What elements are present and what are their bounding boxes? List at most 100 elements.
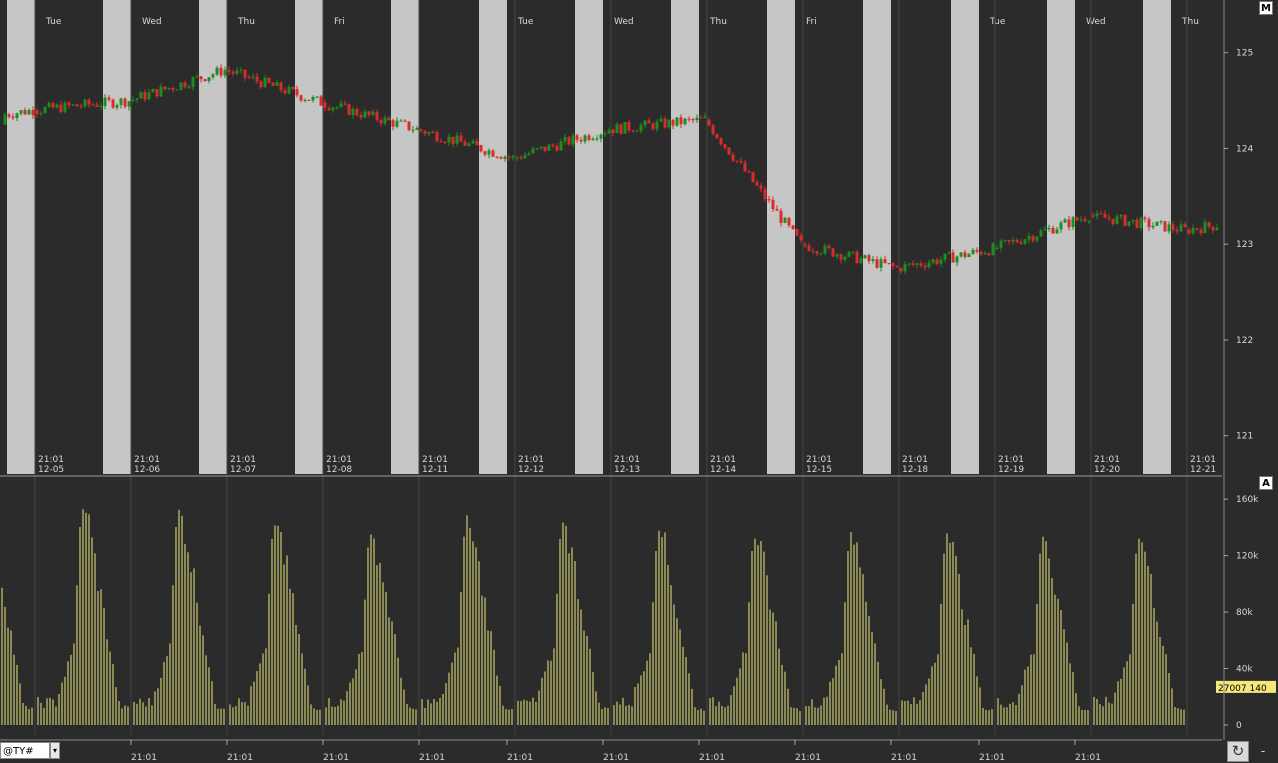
- collapse-button[interactable]: -: [1253, 741, 1273, 762]
- candle-body: [811, 250, 815, 252]
- candle-body: [507, 156, 511, 158]
- candle-body: [591, 138, 595, 140]
- day-label: Fri: [334, 17, 345, 27]
- candle-body: [1055, 229, 1059, 234]
- symbol-input[interactable]: @TY#: [0, 742, 50, 759]
- candle-body: [687, 118, 691, 120]
- candle-body: [55, 104, 59, 108]
- candle-body: [1127, 221, 1131, 226]
- candle-body: [999, 240, 1003, 248]
- session-shading: [199, 0, 227, 474]
- candle-body: [1103, 213, 1107, 218]
- day-label: Wed: [142, 17, 162, 27]
- candle-body: [595, 138, 599, 140]
- candle-body: [319, 96, 323, 106]
- candle-body: [7, 114, 11, 117]
- candle-body: [571, 135, 575, 145]
- candle-body: [391, 120, 395, 127]
- candle-body: [135, 98, 139, 100]
- candle-body: [479, 145, 483, 152]
- candle-body: [247, 77, 251, 79]
- candle-body: [327, 107, 331, 111]
- candle-body: [1147, 219, 1151, 228]
- candle-body: [295, 89, 299, 96]
- day-label: Tue: [45, 17, 62, 27]
- candle-body: [859, 258, 863, 264]
- candle-body: [911, 263, 915, 265]
- candle-body: [1115, 216, 1119, 224]
- bottom-time-label: 21:01: [891, 753, 917, 763]
- candle-body: [587, 135, 591, 140]
- candle-body: [127, 101, 131, 107]
- candle-body: [951, 252, 955, 263]
- price-tick-label: 123: [1236, 240, 1253, 250]
- candle-body: [415, 127, 419, 130]
- candle-body: [803, 244, 807, 246]
- candle-body: [943, 253, 947, 260]
- session-shading: [951, 0, 979, 474]
- candle-body: [535, 148, 539, 150]
- candle-body: [11, 116, 15, 118]
- candle-body: [775, 209, 779, 211]
- candle-body: [675, 117, 679, 126]
- day-label: Tue: [989, 17, 1006, 27]
- candle-body: [719, 138, 723, 145]
- session-shading: [1143, 0, 1171, 474]
- candle-body: [315, 96, 319, 98]
- candle-body: [427, 132, 431, 134]
- candle-body: [179, 82, 183, 90]
- price-pane[interactable]: Tue Wed Thu Fri Tue Wed Thu Fri Tue Wed Thu21:0112…: [0, 0, 1278, 763]
- candle-body: [203, 79, 207, 82]
- candle-body: [43, 106, 47, 113]
- candle-body: [683, 118, 687, 125]
- session-time-label: 21:01: [998, 455, 1024, 465]
- candle-body: [91, 104, 95, 106]
- chart-canvas[interactable]: Tue Wed Thu Fri Tue Wed Thu Fri Tue Wed Thu21:0112…: [0, 0, 1278, 763]
- candle-body: [1091, 215, 1095, 217]
- day-label: Thu: [1181, 17, 1199, 27]
- session-date-label: 12-13: [614, 465, 640, 475]
- candle-body: [635, 131, 639, 133]
- session-date-label: 12-21: [1190, 465, 1216, 475]
- bottom-time-label: 21:01: [131, 753, 157, 763]
- candle-body: [1003, 240, 1007, 242]
- candle-body: [799, 235, 803, 241]
- candle-body: [87, 99, 91, 105]
- candle-body: [27, 110, 31, 115]
- candle-body: [1183, 224, 1187, 228]
- candle-body: [419, 129, 423, 131]
- bottom-time-label: 21:01: [795, 753, 821, 763]
- candle-body: [471, 140, 475, 144]
- price-pane-mode-button[interactable]: M: [1259, 1, 1273, 15]
- candle-body: [439, 141, 443, 143]
- candle-body: [851, 251, 855, 253]
- candle-body: [1031, 236, 1035, 241]
- candle-body: [1211, 226, 1215, 231]
- candle-body: [671, 119, 675, 126]
- session-shading: [479, 0, 507, 474]
- session-date-label: 12-12: [518, 465, 544, 475]
- candle-body: [47, 102, 51, 107]
- candle-body: [79, 106, 83, 108]
- candle-body: [1199, 229, 1203, 234]
- session-date-label: 12-18: [902, 465, 928, 475]
- candle-body: [1123, 214, 1127, 226]
- candle-body: [431, 132, 435, 134]
- candle-body: [1187, 229, 1191, 234]
- candle-body: [71, 104, 75, 106]
- candle-body: [703, 116, 707, 118]
- bottom-time-label: 21:01: [699, 753, 725, 763]
- price-tick-label: 125: [1236, 49, 1253, 59]
- volume-pane-mode-button[interactable]: A: [1259, 476, 1273, 490]
- candle-body: [463, 141, 467, 146]
- candle-body: [223, 69, 227, 76]
- candle-body: [303, 99, 307, 101]
- session-shading: [767, 0, 795, 474]
- candle-body: [287, 86, 291, 94]
- candle-body: [219, 67, 223, 76]
- candle-body: [935, 259, 939, 264]
- refresh-icon[interactable]: ↻: [1227, 741, 1249, 762]
- candle-body: [983, 253, 987, 255]
- candle-body: [275, 82, 279, 86]
- symbol-dropdown-icon[interactable]: ▾: [50, 742, 60, 759]
